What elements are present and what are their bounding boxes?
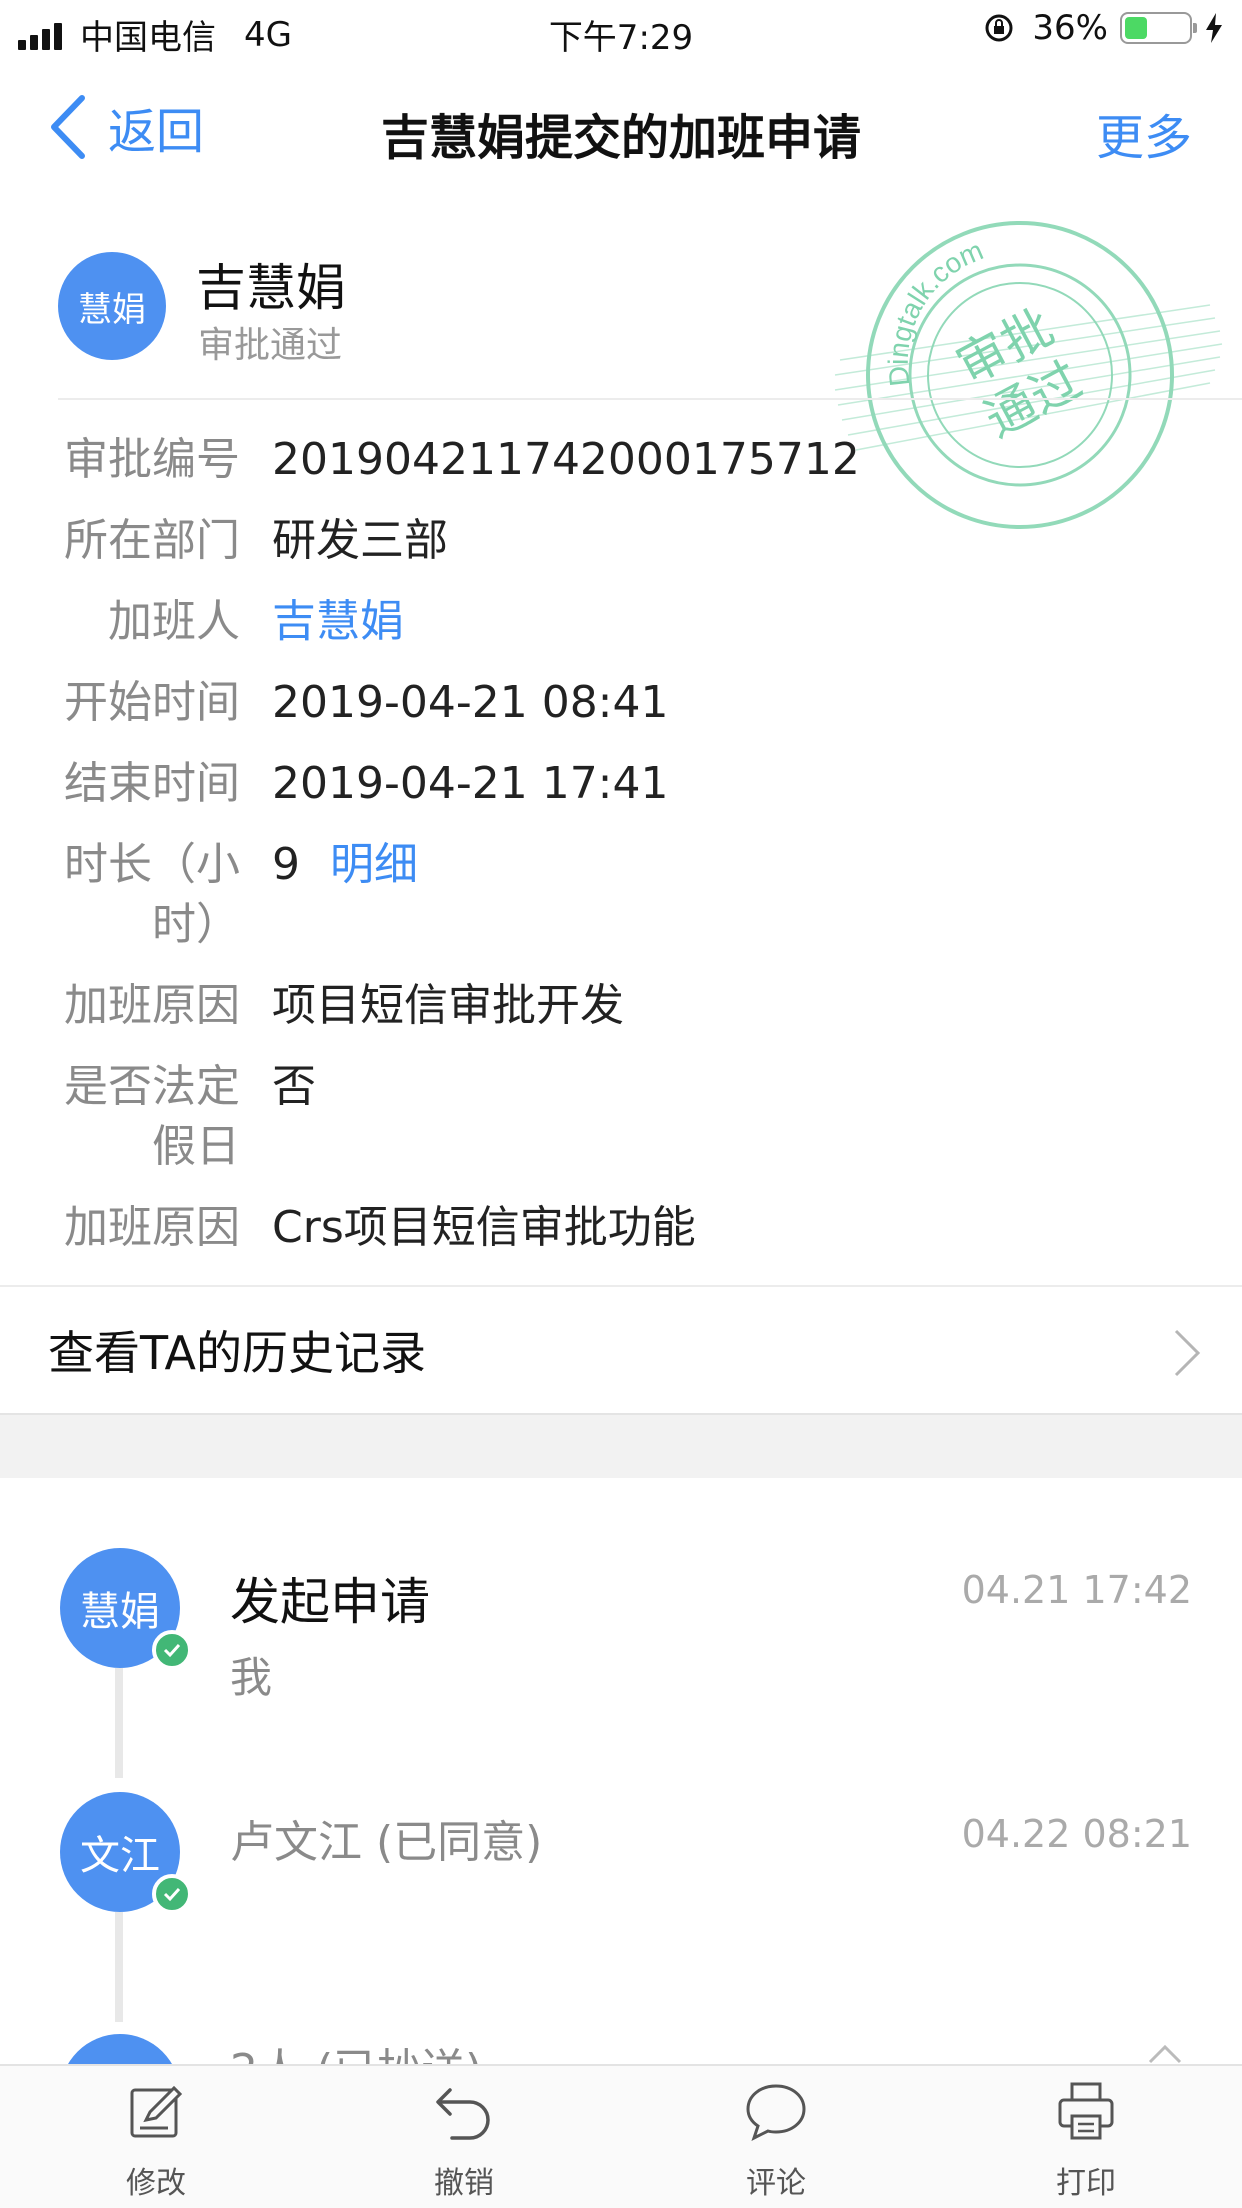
- field-value: 项目短信审批开发: [272, 980, 624, 1031]
- undo-icon: [436, 2088, 490, 2140]
- field-value: 201904211742000175712: [272, 434, 860, 485]
- timeline-time: 04.21 17:42: [961, 1568, 1192, 1612]
- field-label: 时长（小时）: [0, 835, 240, 955]
- timeline-title: 2人 (已抄送): [230, 2034, 482, 2068]
- duration-detail-link[interactable]: 明细: [330, 839, 418, 890]
- back-label: 返回: [108, 104, 205, 160]
- field-label-line1: 是否法定: [64, 1061, 240, 1112]
- field-overtime-person: 加班人 吉慧娟: [0, 592, 1242, 652]
- checkmark-icon: [163, 1887, 181, 1902]
- field-label: 审批编号: [64, 434, 240, 485]
- avatar[interactable]: 慧娟: [58, 252, 166, 360]
- overtime-person-link[interactable]: 吉慧娟: [272, 592, 404, 652]
- field-holiday: 是否法定假日 否: [0, 1057, 1242, 1177]
- charging-icon: [1206, 13, 1222, 43]
- comment-icon: [746, 2084, 806, 2141]
- field-value: 研发三部: [272, 515, 448, 566]
- print-button[interactable]: 打印: [1006, 2080, 1166, 2202]
- timeline-title: 卢文江 (已同意): [230, 1817, 543, 1868]
- field-department: 所在部门 研发三部: [0, 511, 1242, 571]
- field-label: 加班原因: [64, 1202, 240, 1253]
- field-value: Crs项目短信审批功能: [272, 1202, 696, 1253]
- timeline-title: 发起申请: [230, 1573, 430, 1631]
- timeline-time: 04.22 08:21: [961, 1812, 1192, 1856]
- timeline-item-cc: 2人 (已抄送): [0, 2020, 1242, 2068]
- approval-status: 审批通过: [198, 325, 343, 366]
- edit-icon: [130, 2085, 183, 2138]
- battery-percent: 36%: [1032, 8, 1108, 48]
- field-value: 9 明细: [272, 835, 418, 955]
- chevron-right-icon: [1174, 1329, 1201, 1377]
- comment-label: 评论: [746, 2166, 806, 2201]
- print-label: 打印: [1056, 2166, 1116, 2201]
- field-label: 是否法定假日: [0, 1057, 240, 1177]
- edit-button[interactable]: 修改: [76, 2080, 236, 2202]
- edit-label: 修改: [126, 2166, 186, 2201]
- back-button[interactable]: 返回: [46, 92, 204, 162]
- timeline-subtitle: 我: [230, 1653, 273, 1702]
- section-gap: [0, 1415, 1242, 1478]
- chevron-up-icon[interactable]: [1148, 2044, 1182, 2064]
- revoke-label: 撤销: [434, 2166, 494, 2201]
- timeline-item: 文江 卢文江 (已同意) 04.22 08:21: [0, 1792, 1242, 1972]
- field-value: 2019-04-21 17:41: [272, 758, 669, 809]
- revoke-button[interactable]: 撤销: [384, 2080, 544, 2202]
- duration-value: 9: [272, 839, 300, 890]
- field-label-line1: 时长（小: [64, 839, 240, 890]
- status-bar: 中国电信 4G 下午7:29 36%: [0, 0, 1242, 62]
- field-label: 开始时间: [64, 677, 240, 728]
- approved-check-icon: [152, 1874, 192, 1914]
- field-label: 加班原因: [64, 980, 240, 1031]
- field-reason-2: 加班原因 Crs项目短信审批功能: [0, 1198, 1242, 1258]
- field-duration: 时长（小时） 9 明细: [0, 835, 1242, 955]
- approved-check-icon: [152, 1630, 192, 1670]
- avatar[interactable]: [60, 2034, 180, 2068]
- battery-fill: [1125, 17, 1147, 39]
- applicant-name: 吉慧娟: [196, 259, 346, 317]
- field-value: 否: [272, 1061, 316, 1112]
- field-approval-no: 审批编号 201904211742000175712: [0, 430, 1242, 490]
- field-label: 结束时间: [64, 758, 240, 809]
- field-reason: 加班原因 项目短信审批开发: [0, 976, 1242, 1036]
- printer-icon: [1058, 2082, 1114, 2140]
- more-button[interactable]: 更多: [1096, 98, 1192, 168]
- field-label-line2: 时）: [152, 899, 240, 950]
- detail-fields: 审批编号 201904211742000175712 所在部门 研发三部 加班人…: [0, 430, 1242, 1279]
- chevron-left-icon: [51, 95, 85, 159]
- field-end-time: 结束时间 2019-04-21 17:41: [0, 754, 1242, 814]
- history-label: 查看TA的历史记录: [48, 1326, 426, 1380]
- history-row[interactable]: 查看TA的历史记录: [0, 1285, 1242, 1415]
- rotation-lock-icon: [985, 14, 1013, 42]
- field-value: 2019-04-21 08:41: [272, 677, 669, 728]
- field-label-line2: 假日: [152, 1121, 240, 1172]
- field-label: 所在部门: [64, 515, 240, 566]
- battery-icon: [1120, 12, 1197, 44]
- field-start-time: 开始时间 2019-04-21 08:41: [0, 673, 1242, 733]
- divider: [58, 398, 1242, 400]
- status-right: 36%: [984, 8, 1224, 48]
- timeline-item: 慧娟 发起申请 我 04.21 17:42: [0, 1548, 1242, 1748]
- field-label: 加班人: [108, 596, 240, 647]
- comment-button[interactable]: 评论: [696, 2080, 856, 2202]
- nav-bar: 返回 吉慧娟提交的加班申请 更多: [0, 62, 1242, 192]
- bottom-toolbar: 修改 撤销 评论 打印: [0, 2064, 1242, 2208]
- checkmark-icon: [163, 1643, 181, 1658]
- applicant-header: 慧娟 吉慧娟 审批通过: [0, 230, 1242, 400]
